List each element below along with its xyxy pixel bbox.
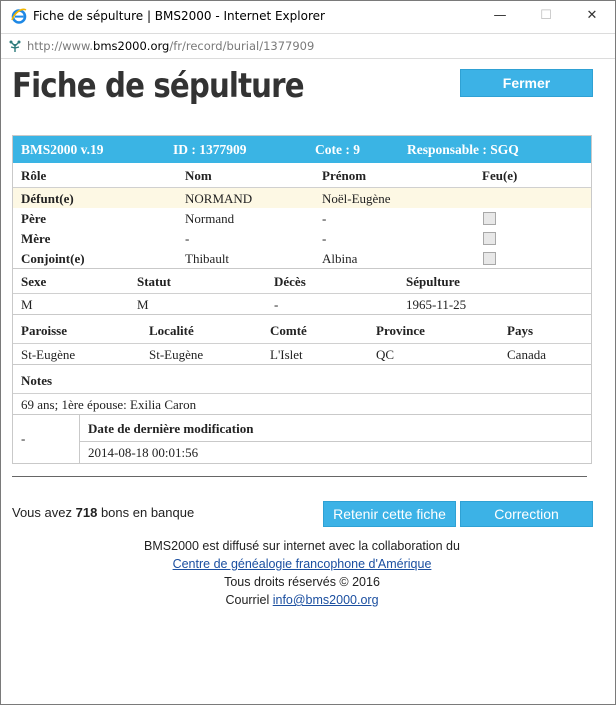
statut-cell: M	[137, 297, 149, 312]
record-version: BMS2000 v.19	[21, 142, 104, 157]
col-sexe: Sexe	[21, 274, 47, 289]
nom-cell: -	[185, 231, 190, 246]
window-title: Fiche de sépulture | BMS2000 - Internet …	[33, 9, 325, 23]
title-bar: Fiche de sépulture | BMS2000 - Internet …	[1, 1, 615, 33]
nom-cell: Normand	[185, 211, 235, 226]
notes-header: Notes	[13, 364, 591, 394]
notes-text: 69 ans; 1ère épouse: Exilia Caron	[21, 397, 197, 412]
table-row: Conjoint(e) Thibault Albina	[13, 248, 591, 268]
record-header: BMS2000 v.19 ID : 1377909 Cote : 9 Respo…	[13, 136, 591, 163]
sexe-cell: M	[21, 297, 33, 312]
last-modified-section: - Date de dernière modification 2014-08-…	[13, 414, 591, 463]
role-cell: Défunt(e)	[21, 191, 74, 206]
page-icon	[9, 40, 21, 52]
bank-suffix: bons en banque	[100, 505, 195, 520]
col-nom: Nom	[185, 168, 212, 183]
place-header: Paroisse Localité Comté Province Pays	[13, 314, 591, 344]
province-cell: QC	[376, 347, 395, 362]
bank-prefix: Vous avez	[12, 505, 72, 520]
people-header: Rôle Nom Prénom Feu(e)	[13, 163, 591, 188]
prenom-cell: -	[322, 231, 327, 246]
col-statut: Statut	[137, 274, 171, 289]
record-responsable: Responsable : SGQ	[407, 142, 519, 157]
deceased-checkbox	[483, 252, 496, 265]
prenom-cell: Albina	[322, 251, 358, 266]
footer: BMS2000 est diffusé sur internet avec la…	[1, 537, 603, 609]
col-province: Province	[376, 323, 425, 338]
role-cell: Conjoint(e)	[21, 251, 85, 266]
page-title: Fiche de sépulture	[12, 66, 305, 106]
deces-cell: -	[274, 297, 279, 312]
correction-button[interactable]: Correction	[460, 501, 593, 527]
col-paroisse: Paroisse	[21, 323, 67, 338]
prenom-cell: Noël-Eugène	[322, 191, 391, 206]
notes-label: Notes	[21, 373, 53, 388]
maximize-button[interactable]: ☐	[523, 1, 569, 31]
internet-explorer-icon	[11, 8, 27, 24]
table-row: St-Eugène St-Eugène L'Islet QC Canada	[13, 344, 591, 364]
url-path: /fr/record/burial/1377909	[169, 39, 315, 53]
divider	[79, 415, 80, 463]
footer-collaboration: BMS2000 est diffusé sur internet avec la…	[144, 539, 460, 553]
col-sepulture: Sépulture	[406, 274, 460, 289]
modif-placeholder: -	[21, 431, 26, 446]
url-text[interactable]: http://www.bms2000.org/fr/record/burial/…	[27, 39, 314, 53]
footer-rights: Tous droits réservés © 2016	[224, 575, 380, 589]
table-row: Mère - -	[13, 228, 591, 248]
col-pays: Pays	[507, 323, 533, 338]
col-localite: Localité	[149, 323, 194, 338]
section-divider	[12, 476, 587, 477]
notes-row: 69 ans; 1ère épouse: Exilia Caron	[13, 394, 591, 414]
col-deces: Décès	[274, 274, 306, 289]
role-cell: Mère	[21, 231, 51, 246]
burial-record: BMS2000 v.19 ID : 1377909 Cote : 9 Respo…	[12, 135, 592, 464]
col-feu: Feu(e)	[482, 168, 518, 183]
minimize-button[interactable]: —	[477, 1, 523, 31]
sepulture-cell: 1965-11-25	[406, 297, 467, 312]
last-modified-label: Date de dernière modification	[88, 421, 254, 436]
browser-window: Fiche de sépulture | BMS2000 - Internet …	[0, 0, 616, 705]
col-role: Rôle	[21, 168, 47, 183]
col-comte: Comté	[270, 323, 307, 338]
close-window-button[interactable]: ✕	[569, 1, 615, 31]
bank-balance: Vous avez 718 bons en banque	[12, 505, 194, 520]
partner-link[interactable]: Centre de généalogie francophone d'Améri…	[173, 557, 432, 571]
bank-count: 718	[75, 505, 98, 520]
paroisse-cell: St-Eugène	[21, 347, 76, 362]
table-row: M M - 1965-11-25	[13, 294, 591, 314]
retain-record-button[interactable]: Retenir cette fiche	[323, 501, 456, 527]
pays-cell: Canada	[507, 347, 546, 362]
email-link[interactable]: info@bms2000.org	[273, 593, 379, 607]
role-cell: Père	[21, 211, 47, 226]
localite-cell: St-Eugène	[149, 347, 204, 362]
last-modified-date: 2014-08-18 00:01:56	[88, 445, 199, 460]
deceased-checkbox	[483, 212, 496, 225]
mail-prefix: Courriel	[225, 593, 270, 607]
deceased-checkbox	[483, 232, 496, 245]
nom-cell: NORMAND	[185, 191, 253, 206]
table-row: Père Normand -	[13, 208, 591, 228]
comte-cell: L'Islet	[270, 347, 303, 362]
divider	[79, 441, 591, 442]
vital-header: Sexe Statut Décès Sépulture	[13, 268, 591, 294]
col-prenom: Prénom	[322, 168, 367, 183]
prenom-cell: -	[322, 211, 327, 226]
nom-cell: Thibault	[185, 251, 230, 266]
record-id: ID : 1377909	[173, 142, 247, 157]
table-row: Défunt(e) NORMAND Noël-Eugène	[13, 188, 591, 208]
url-scheme: http://www.	[27, 39, 94, 53]
url-host: bms2000.org	[93, 39, 170, 53]
address-bar[interactable]: http://www.bms2000.org/fr/record/burial/…	[1, 33, 615, 59]
record-cote: Cote : 9	[315, 142, 360, 157]
close-record-button[interactable]: Fermer	[460, 69, 593, 97]
